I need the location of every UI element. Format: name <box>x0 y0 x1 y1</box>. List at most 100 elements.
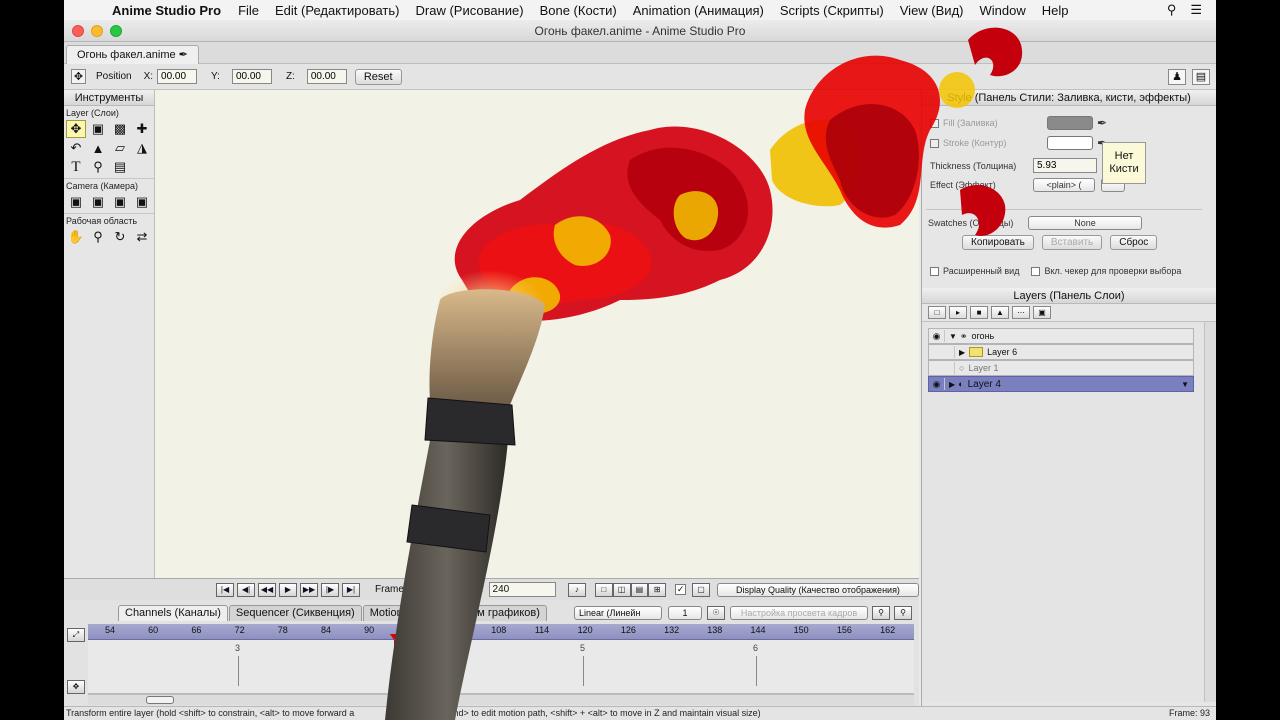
search-icon[interactable]: ⚲ <box>1167 2 1177 18</box>
swatches-dropdown[interactable]: None <box>1028 216 1142 230</box>
visibility-eye-icon[interactable] <box>939 346 955 358</box>
layer-row-vector[interactable]: ○ Layer 1 <box>928 360 1194 376</box>
menu-app-name[interactable]: Anime Studio Pro <box>112 3 221 18</box>
prev-keyframe-button[interactable]: ◀◀ <box>258 582 276 597</box>
thickness-field[interactable] <box>1033 158 1097 173</box>
rotate-layer-tool-icon[interactable]: ▩ <box>110 120 130 138</box>
interpolation-dropdown[interactable]: Linear (Линейн <box>574 606 662 620</box>
copy-layer-icon[interactable]: ▣ <box>1033 306 1051 319</box>
hand-tool-icon[interactable]: ✋ <box>66 228 86 246</box>
visibility-eye-icon[interactable] <box>939 362 955 374</box>
menu-bone[interactable]: Bone (Кости) <box>540 3 617 18</box>
frame-ruler[interactable]: 54 60 66 72 78 84 90 102 108 114 120 126 132 138 144 15… <box>88 624 914 640</box>
zoom-window-button[interactable] <box>110 25 122 37</box>
output-frame-icon[interactable]: ▢ <box>692 582 710 597</box>
new-layer-icon[interactable]: □ <box>928 306 946 319</box>
library-icon[interactable]: ▤ <box>1192 68 1210 85</box>
layer-settings-icon[interactable]: ⋯ <box>1012 306 1030 319</box>
collapse-triangle-icon[interactable]: ▶ <box>949 380 955 389</box>
copy-style-button[interactable]: Копировать <box>962 235 1034 250</box>
view-split-vertical-icon[interactable]: ◫ <box>612 582 631 597</box>
duplicate-layer-icon[interactable]: ■ <box>970 306 988 319</box>
stroke-checkbox[interactable] <box>930 138 939 148</box>
step-back-button[interactable]: ◀| <box>237 582 255 597</box>
checker-checkbox[interactable] <box>1031 266 1041 276</box>
particle-tool-icon[interactable]: ▤ <box>110 158 130 176</box>
step-forward-button[interactable]: |▶ <box>321 582 339 597</box>
flip-tool-icon[interactable]: ▱ <box>110 139 130 157</box>
expand-triangle-icon[interactable]: ▼ <box>949 332 957 341</box>
menu-help[interactable]: Help <box>1042 3 1069 18</box>
brush-preview[interactable]: Нет Кисти <box>1102 142 1146 184</box>
layer-row-selected[interactable]: ◉ ▶ ◐ Layer 4 ▼ <box>928 376 1194 392</box>
menu-animation[interactable]: Animation (Анимация) <box>633 3 764 18</box>
shear-tool-icon[interactable]: ▲ <box>88 139 108 157</box>
reset-button[interactable]: Reset <box>354 68 402 85</box>
expand-timeline-icon[interactable]: ⤢ <box>67 628 85 642</box>
tab-motion[interactable]: Motion <box>362 605 410 621</box>
advanced-view-checkbox[interactable] <box>930 266 939 276</box>
timeline-scrollbar[interactable] <box>88 694 914 705</box>
close-window-button[interactable] <box>72 25 84 37</box>
onion-skin-settings-button[interactable]: Настройка просвета кадров <box>730 606 868 620</box>
view-split-horizontal-icon[interactable]: ▤ <box>630 582 649 597</box>
tab-channels[interactable]: Channels (Каналы) <box>118 605 228 621</box>
layer-row-folder[interactable]: ▶ Layer 6 <box>928 344 1194 360</box>
transform-layer-tool-icon[interactable]: ✥ <box>66 120 86 138</box>
camera-zoom-tool-icon[interactable]: ▣ <box>88 193 108 211</box>
tab-graph-mode[interactable]: жим графиков) <box>456 605 547 621</box>
camera-pan-tool-icon[interactable]: ▣ <box>132 193 152 211</box>
interpolation-count-dropdown[interactable]: 1 <box>668 606 702 620</box>
effect-dropdown[interactable]: <plain> ( <box>1033 178 1095 192</box>
visibility-eye-icon[interactable]: ◉ <box>929 330 945 342</box>
minimize-window-button[interactable] <box>91 25 103 37</box>
fill-eyedropper-icon[interactable]: ✒ <box>1097 116 1107 130</box>
position-x-field[interactable] <box>157 69 198 84</box>
timeline-scroll-thumb[interactable] <box>146 696 174 704</box>
menu-file[interactable]: File <box>238 3 259 18</box>
drawing-canvas[interactable] <box>155 90 919 578</box>
view-single-icon[interactable]: □ <box>594 582 613 597</box>
layers-scrollbar[interactable] <box>1204 322 1216 702</box>
camera-track-tool-icon[interactable]: ▣ <box>66 193 86 211</box>
quality-checkbox[interactable]: ✓ <box>675 584 687 595</box>
layer-row-bone[interactable]: ◉ ▼ ⚭ огонь <box>928 328 1194 344</box>
view-quad-icon[interactable]: ⊞ <box>648 582 667 597</box>
user-icon[interactable]: ♟ <box>1168 68 1186 85</box>
tab-sequencer[interactable]: Sequencer (Сиквенция) <box>228 605 362 621</box>
paste-style-button[interactable]: Вставить <box>1041 235 1103 250</box>
eyedropper-tool-icon[interactable]: ⚲ <box>88 158 108 176</box>
rotate-z-tool-icon[interactable]: ↶ <box>66 139 86 157</box>
document-tab[interactable]: Огонь факел.anime ✒ <box>66 45 199 64</box>
menu-scripts[interactable]: Scripts (Скрипты) <box>780 3 884 18</box>
menu-edit[interactable]: Edit (Редактировать) <box>275 3 399 18</box>
zoom-in-timeline-icon[interactable]: ⚲ <box>894 606 912 620</box>
reset-style-button[interactable]: Сброс <box>1110 235 1158 250</box>
add-channel-icon[interactable]: ✥ <box>67 680 85 694</box>
fill-color-swatch[interactable] <box>1047 116 1093 130</box>
sound-icon[interactable]: ♪ <box>567 582 586 597</box>
position-z-field[interactable] <box>306 69 347 84</box>
fast-forward-button[interactable]: ▶| <box>342 582 360 597</box>
menu-window[interactable]: Window <box>979 3 1025 18</box>
total-frames-field[interactable]: 240 <box>488 582 556 597</box>
menu-draw[interactable]: Draw (Рисование) <box>416 3 524 18</box>
keyframe-track[interactable]: 3 5 6 <box>88 640 914 694</box>
rotate-workspace-tool-icon[interactable]: ↻ <box>110 228 130 246</box>
zoom-out-timeline-icon[interactable]: ⚲ <box>872 606 890 620</box>
text-tool-icon[interactable]: T <box>66 158 86 176</box>
stroke-color-swatch[interactable] <box>1047 136 1093 150</box>
menu-view[interactable]: View (Вид) <box>900 3 964 18</box>
orbit-workspace-tool-icon[interactable]: ⇄ <box>132 228 152 246</box>
interpolation-options-icon[interactable]: ☉ <box>707 606 725 620</box>
next-keyframe-button[interactable]: ▶▶ <box>300 582 318 597</box>
set-origin-tool-icon[interactable]: ✚ <box>132 120 152 138</box>
collapse-triangle-icon[interactable]: ▶ <box>959 348 965 357</box>
camera-roll-tool-icon[interactable]: ▣ <box>110 193 130 211</box>
position-y-field[interactable] <box>231 69 272 84</box>
scale-layer-tool-icon[interactable]: ▣ <box>88 120 108 138</box>
rewind-button[interactable]: |◀ <box>216 582 234 597</box>
play-button[interactable]: ▶ <box>279 582 297 597</box>
display-quality-dropdown[interactable]: Display Quality (Качество отображения) <box>716 582 919 597</box>
delete-layer-icon[interactable]: ▲ <box>991 306 1009 319</box>
